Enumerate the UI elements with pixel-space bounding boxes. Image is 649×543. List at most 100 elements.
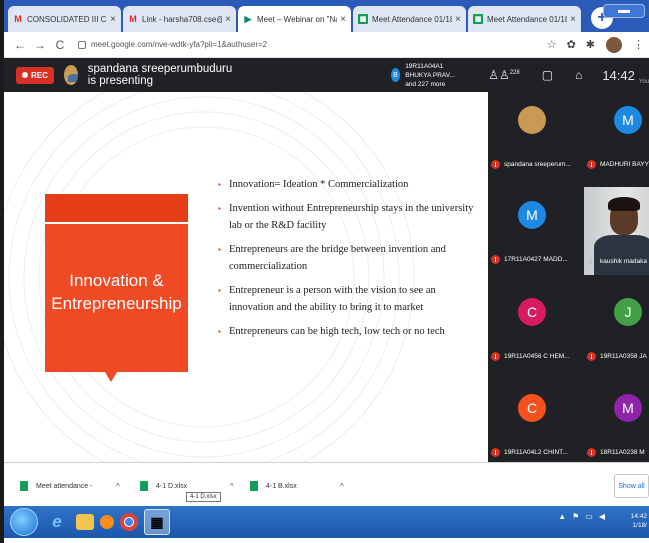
participant-avatar: M — [518, 201, 546, 229]
screen: M CONSOLIDATED III CSE D ATTE × M Link -… — [0, 0, 649, 543]
chevron-up-icon[interactable]: ^ — [116, 482, 120, 491]
mic-off-icon — [491, 160, 500, 169]
slide-bullets: Innovation= Ideation * Commercialization… — [218, 176, 474, 347]
file-icon — [20, 481, 28, 491]
you-label: You — [638, 79, 649, 85]
bullet-item: Entrepreneurs are the bridge between inv… — [218, 241, 474, 275]
slide-title-box: Innovation & Entrepreneurship — [45, 194, 188, 372]
meet-top-bar: REC spandana sreeperumbuduru is presenti… — [4, 58, 649, 92]
participant-tile[interactable]: C 19R11A04L2 CHINT... — [488, 380, 580, 462]
video-person-hair — [608, 197, 640, 211]
tab-title: Meet Attendance 01/18/2021 - — [372, 14, 453, 24]
sheets-icon: ▦ — [473, 14, 483, 24]
people-icon[interactable]: ♙♙228 — [488, 68, 520, 82]
tab-meet-webinar[interactable]: ▶ Meet – Webinar on "Natio × — [238, 6, 351, 32]
tab-consolidated[interactable]: M CONSOLIDATED III CSE D ATTE × — [8, 6, 121, 32]
participant-tile[interactable]: J 19R11A0358 JA — [584, 284, 649, 372]
slide-title-line2: Entrepreneurship — [51, 294, 182, 313]
spreadsheet-app-icon[interactable]: ▦ — [144, 509, 170, 535]
show-all-button[interactable]: Show all — [614, 474, 649, 498]
bullet-item: Entrepreneurs can be high tech, low tech… — [218, 323, 474, 340]
video-person-body — [594, 235, 649, 275]
download-item[interactable]: 4-1 B.xlsx — [250, 481, 297, 491]
participant-tile[interactable]: M 17R11A0427 MADD... — [488, 187, 580, 275]
close-tab-icon[interactable]: × — [455, 14, 461, 25]
clock-time: 14:42 — [630, 513, 647, 520]
slide-title: Innovation & Entrepreneurship — [45, 269, 188, 315]
tray-arrow-icon[interactable]: ▲ — [558, 512, 566, 521]
start-button[interactable] — [10, 508, 38, 536]
star-icon[interactable]: ☆ — [547, 38, 557, 51]
participant-tile[interactable]: spandana sreeperum... — [488, 92, 580, 180]
network-icon[interactable]: ▭ — [585, 512, 593, 521]
gmail-icon: M — [14, 14, 22, 24]
participants-pill[interactable]: B 19R11A04A1 BHUKYA PRAV... and 227 more — [390, 62, 467, 89]
chrome-icon[interactable] — [120, 513, 138, 531]
close-tab-icon[interactable]: × — [225, 14, 231, 25]
internet-explorer-icon[interactable]: e — [44, 509, 70, 535]
meeting-clock: 14:42 — [602, 67, 635, 83]
presenter-avatar — [63, 65, 78, 85]
download-item[interactable]: Meet attendance - — [20, 481, 92, 491]
tab-meet-attendance-2[interactable]: ▦ Meet Attendance 01/18/2021 - × — [468, 6, 581, 32]
rec-label: REC — [31, 70, 48, 80]
mic-off-icon — [587, 160, 596, 169]
title-band — [45, 194, 188, 224]
presenting-status: spandana sreeperumbuduru is presenting — [87, 63, 233, 87]
puzzle-icon[interactable]: ✱ — [586, 38, 595, 51]
chevron-up-icon[interactable]: ^ — [340, 482, 344, 491]
bullet-item: Invention without Entrepreneurship stays… — [218, 200, 474, 234]
reload-icon[interactable]: C — [52, 38, 68, 52]
taskbar-clock[interactable]: 14:42 1/18/ — [631, 512, 647, 530]
flag-icon[interactable]: ⚑ — [572, 512, 579, 521]
extension-icon[interactable]: ✿ — [567, 38, 576, 51]
close-tab-icon[interactable]: × — [340, 14, 346, 25]
url-field[interactable]: meet.google.com/nve-wdtk-yfa?pli=1&authu… — [78, 40, 542, 49]
participant-tile[interactable]: M 18R11A0238 M — [584, 380, 649, 462]
tab-meet-attendance-1[interactable]: ▦ Meet Attendance 01/18/2021 - × — [353, 6, 466, 32]
participant-tile[interactable]: C 19R11A0456 C HEM... — [488, 284, 580, 372]
mic-off-icon — [491, 448, 500, 457]
close-tab-icon[interactable]: × — [110, 14, 116, 25]
chat-icon[interactable]: ▢ — [542, 68, 553, 82]
people-count: 228 — [509, 70, 520, 76]
gmail-icon: M — [129, 14, 137, 24]
media-player-icon[interactable] — [100, 515, 114, 529]
close-tab-icon[interactable]: × — [570, 14, 576, 25]
participant-avatar: M — [614, 106, 642, 134]
lock-icon — [78, 40, 86, 49]
file-icon — [140, 481, 148, 491]
bullet-item: Innovation= Ideation * Commercialization — [218, 176, 474, 193]
chevron-up-icon[interactable]: ^ — [230, 482, 234, 491]
tab-link[interactable]: M Link - harsha708.cse@gcet.edu × — [123, 6, 236, 32]
back-icon[interactable]: ← — [12, 38, 28, 52]
participant-name: 19R11A0358 JA — [600, 353, 647, 360]
bullet-item: Entrepreneur is a person with the vision… — [218, 282, 474, 316]
download-filename: 4-1 D.xlsx — [156, 482, 188, 490]
menu-icon[interactable]: ⋮ — [633, 38, 644, 51]
folder-icon[interactable] — [76, 514, 94, 530]
mic-off-icon — [587, 352, 596, 361]
profile-avatar[interactable] — [606, 36, 622, 53]
meet-icon: ▶ — [244, 13, 252, 24]
tab-title: CONSOLIDATED III CSE D ATTE — [27, 14, 107, 24]
browser-tab-bar: M CONSOLIDATED III CSE D ATTE × M Link -… — [4, 0, 649, 32]
participant-avatar: B — [390, 68, 401, 82]
mic-off-icon — [491, 352, 500, 361]
minimize-button[interactable] — [603, 4, 645, 18]
participant-name: 18R11A0238 M — [600, 449, 645, 456]
pill-line1: 19R11A04A1 BHUKYA PRAV... — [405, 62, 455, 79]
participant-name: 19R11A0456 C HEM... — [504, 353, 570, 360]
participant-tile[interactable]: M MADHURI BAYY — [584, 92, 649, 180]
participant-name: kaushik madaka — [600, 258, 647, 265]
activities-icon[interactable]: ⌂ — [575, 68, 582, 82]
participant-video-tile[interactable]: ♫ kaushik madaka — [584, 187, 649, 275]
participant-name: MADHURI BAYY — [600, 161, 649, 168]
participant-avatar — [518, 106, 546, 134]
forward-icon[interactable]: → — [32, 38, 48, 52]
pill-line2: and 227 more — [405, 80, 446, 88]
volume-icon[interactable]: ◀ — [599, 512, 605, 521]
participant-name: spandana sreeperum... — [504, 161, 571, 168]
download-item[interactable]: 4-1 D.xlsx — [140, 481, 187, 491]
download-filename: 4-1 B.xlsx — [266, 482, 297, 490]
